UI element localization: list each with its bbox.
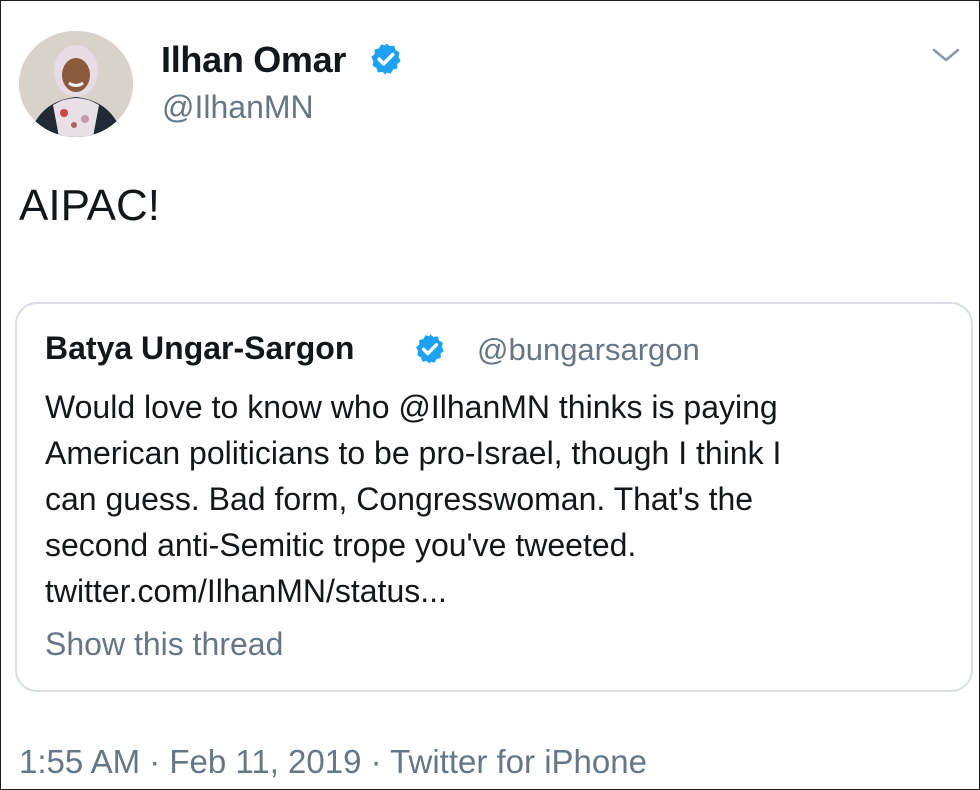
author-handle[interactable]: @IlhanMN bbox=[162, 89, 314, 126]
quoted-text-line: can guess. Bad form, Congresswoman. That… bbox=[45, 481, 754, 517]
quoted-tweet-text: Would love to know who @IlhanMN thinks i… bbox=[45, 384, 965, 614]
show-thread-link[interactable]: Show this thread bbox=[45, 626, 283, 663]
author-name[interactable]: Ilhan Omar bbox=[161, 39, 346, 81]
quoted-tweet[interactable]: Batya Ungar-Sargon @bungarsargon Would l… bbox=[15, 302, 973, 692]
quoted-text-line: second anti-Semitic trope you've tweeted… bbox=[45, 527, 637, 563]
avatar-photo bbox=[19, 31, 133, 137]
tweet-timestamp-source[interactable]: 1:55 AM · Feb 11, 2019 · Twitter for iPh… bbox=[19, 743, 647, 781]
chevron-down-icon[interactable] bbox=[931, 46, 961, 64]
quoted-text-line: Would love to know who @IlhanMN thinks i… bbox=[45, 389, 778, 425]
verified-badge-icon bbox=[371, 43, 401, 75]
quoted-tweet-link[interactable]: twitter.com/IlhanMN/status... bbox=[45, 568, 965, 614]
quoted-author-handle[interactable]: @bungarsargon bbox=[477, 332, 700, 368]
quoted-author-name[interactable]: Batya Ungar-Sargon bbox=[45, 330, 354, 367]
tweet-text: AIPAC! bbox=[19, 181, 161, 230]
quoted-text-line: American politicians to be pro-Israel, t… bbox=[45, 435, 782, 471]
verified-badge-icon bbox=[416, 334, 444, 364]
tweet-card: Ilhan Omar @IlhanMN AIPAC! Batya Ungar-S… bbox=[0, 0, 980, 790]
avatar[interactable] bbox=[19, 31, 133, 137]
